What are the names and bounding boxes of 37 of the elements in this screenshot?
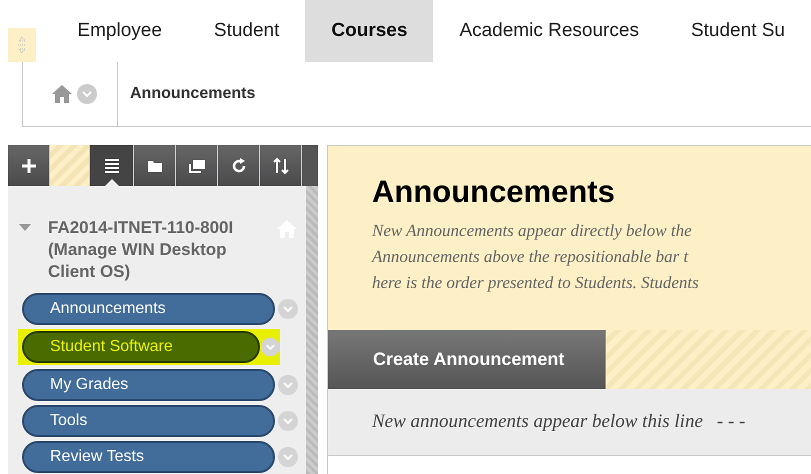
course-menu-item[interactable]: Student Software bbox=[22, 331, 260, 363]
nav-tab[interactable]: Student bbox=[188, 0, 306, 62]
chevron-down-icon[interactable] bbox=[77, 84, 97, 104]
description-line: Announcements above the repositionable bar t bbox=[372, 246, 690, 268]
toolbar-button[interactable] bbox=[218, 145, 260, 186]
move-icon bbox=[16, 36, 28, 54]
divider-dashes: - - - bbox=[716, 410, 746, 434]
toolbar-spacer bbox=[50, 145, 90, 186]
expand-caret-icon[interactable] bbox=[18, 223, 32, 233]
divider-note: New announcements appear below this line bbox=[372, 410, 703, 434]
toolbar-button[interactable] bbox=[8, 145, 50, 186]
sort-icon bbox=[270, 156, 290, 176]
nav-tab[interactable]: Student Su bbox=[664, 0, 811, 62]
toolbar-button[interactable] bbox=[176, 145, 218, 186]
chevron-down-icon[interactable] bbox=[278, 299, 298, 319]
toolbar-button[interactable] bbox=[90, 145, 134, 186]
nav-tab[interactable]: Employee bbox=[51, 0, 188, 62]
toolbar-button[interactable] bbox=[134, 145, 176, 186]
description-line: here is the order presented to Students. Students bbox=[372, 272, 700, 294]
course-title: FA2014-ITNET-110-800I (Manage WIN Desktop Client OS) bbox=[48, 217, 234, 283]
chevron-down-icon[interactable] bbox=[278, 411, 298, 431]
create-announcement-button[interactable]: Create Announcement bbox=[328, 330, 606, 389]
nav-tab[interactable]: Academic Resources bbox=[433, 0, 665, 62]
course-menu-item[interactable]: Announcements bbox=[22, 293, 275, 325]
chevron-down-icon[interactable] bbox=[278, 447, 298, 467]
course-menu-item[interactable]: My Grades bbox=[22, 369, 275, 401]
chevron-down-icon[interactable] bbox=[261, 337, 280, 357]
description-line: New Announcements appear directly below the bbox=[372, 220, 693, 242]
course-menu-item[interactable]: Tools bbox=[22, 405, 275, 437]
drag-handle[interactable] bbox=[8, 28, 36, 62]
course-menu-item[interactable]: Review Tests bbox=[22, 441, 275, 473]
nav-tab[interactable]: Courses bbox=[305, 0, 434, 62]
home-icon[interactable] bbox=[51, 84, 73, 104]
chevron-down-icon[interactable] bbox=[278, 375, 298, 395]
breadcrumb-item: Announcements bbox=[130, 84, 256, 104]
toolbar-button[interactable] bbox=[260, 145, 302, 186]
page-title: Announcements bbox=[372, 174, 616, 210]
